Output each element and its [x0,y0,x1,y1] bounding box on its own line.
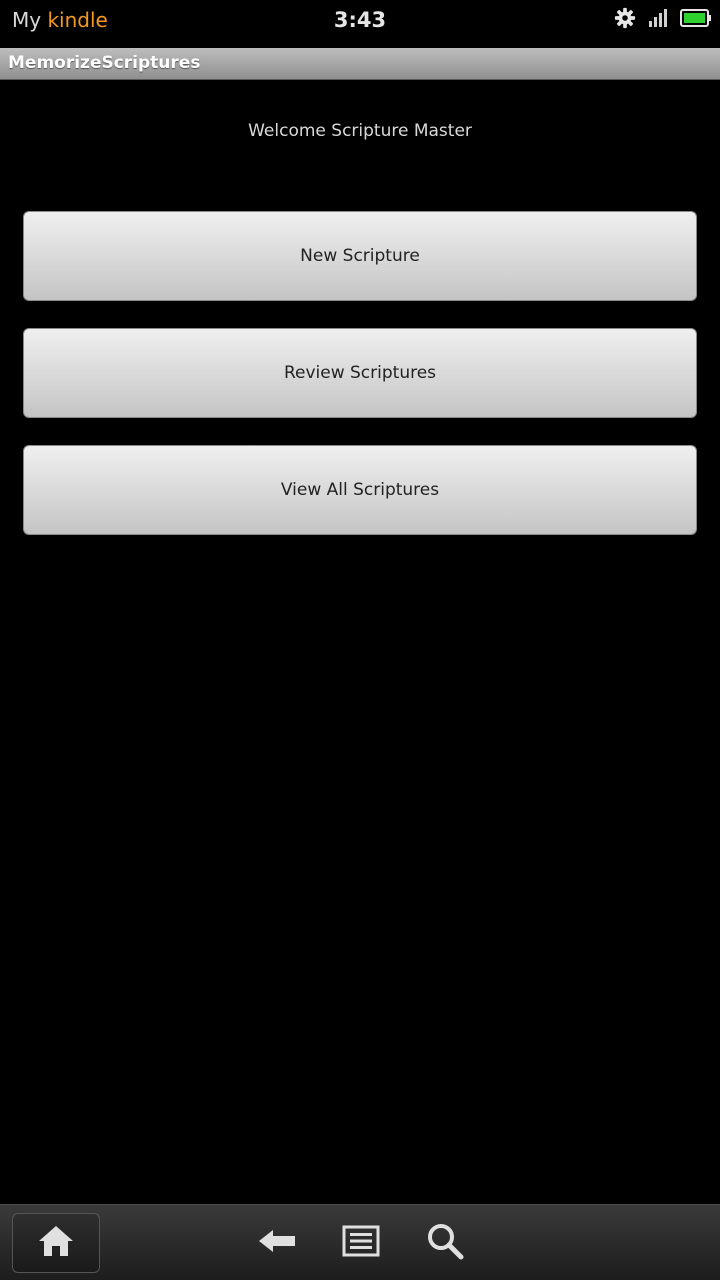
battery-icon [680,8,712,32]
search-button[interactable] [423,1221,467,1265]
home-icon [36,1223,76,1263]
status-bar: My kindle 3:43 [0,0,720,48]
home-button[interactable] [12,1213,100,1273]
gear-icon[interactable] [614,7,636,33]
view-all-scriptures-button[interactable]: View All Scriptures [23,445,697,535]
bottom-nav-bar [0,1204,720,1280]
brand-prefix: My [12,8,42,32]
brand-name: kindle [47,8,108,32]
back-arrow-icon [257,1227,297,1259]
new-scripture-button[interactable]: New Scripture [23,211,697,301]
review-scriptures-button[interactable]: Review Scriptures [23,328,697,418]
kindle-logo: My kindle [12,7,108,33]
menu-icon [342,1225,380,1261]
search-icon [426,1222,464,1264]
back-button[interactable] [255,1221,299,1265]
app-title: MemorizeScriptures [8,53,201,73]
app-titlebar: MemorizeScriptures [0,48,720,80]
clock: 3:43 [333,8,387,32]
welcome-message: Welcome Scripture Master [248,121,472,141]
signal-icon [648,8,668,32]
menu-button[interactable] [339,1221,383,1265]
status-icons [614,7,712,33]
